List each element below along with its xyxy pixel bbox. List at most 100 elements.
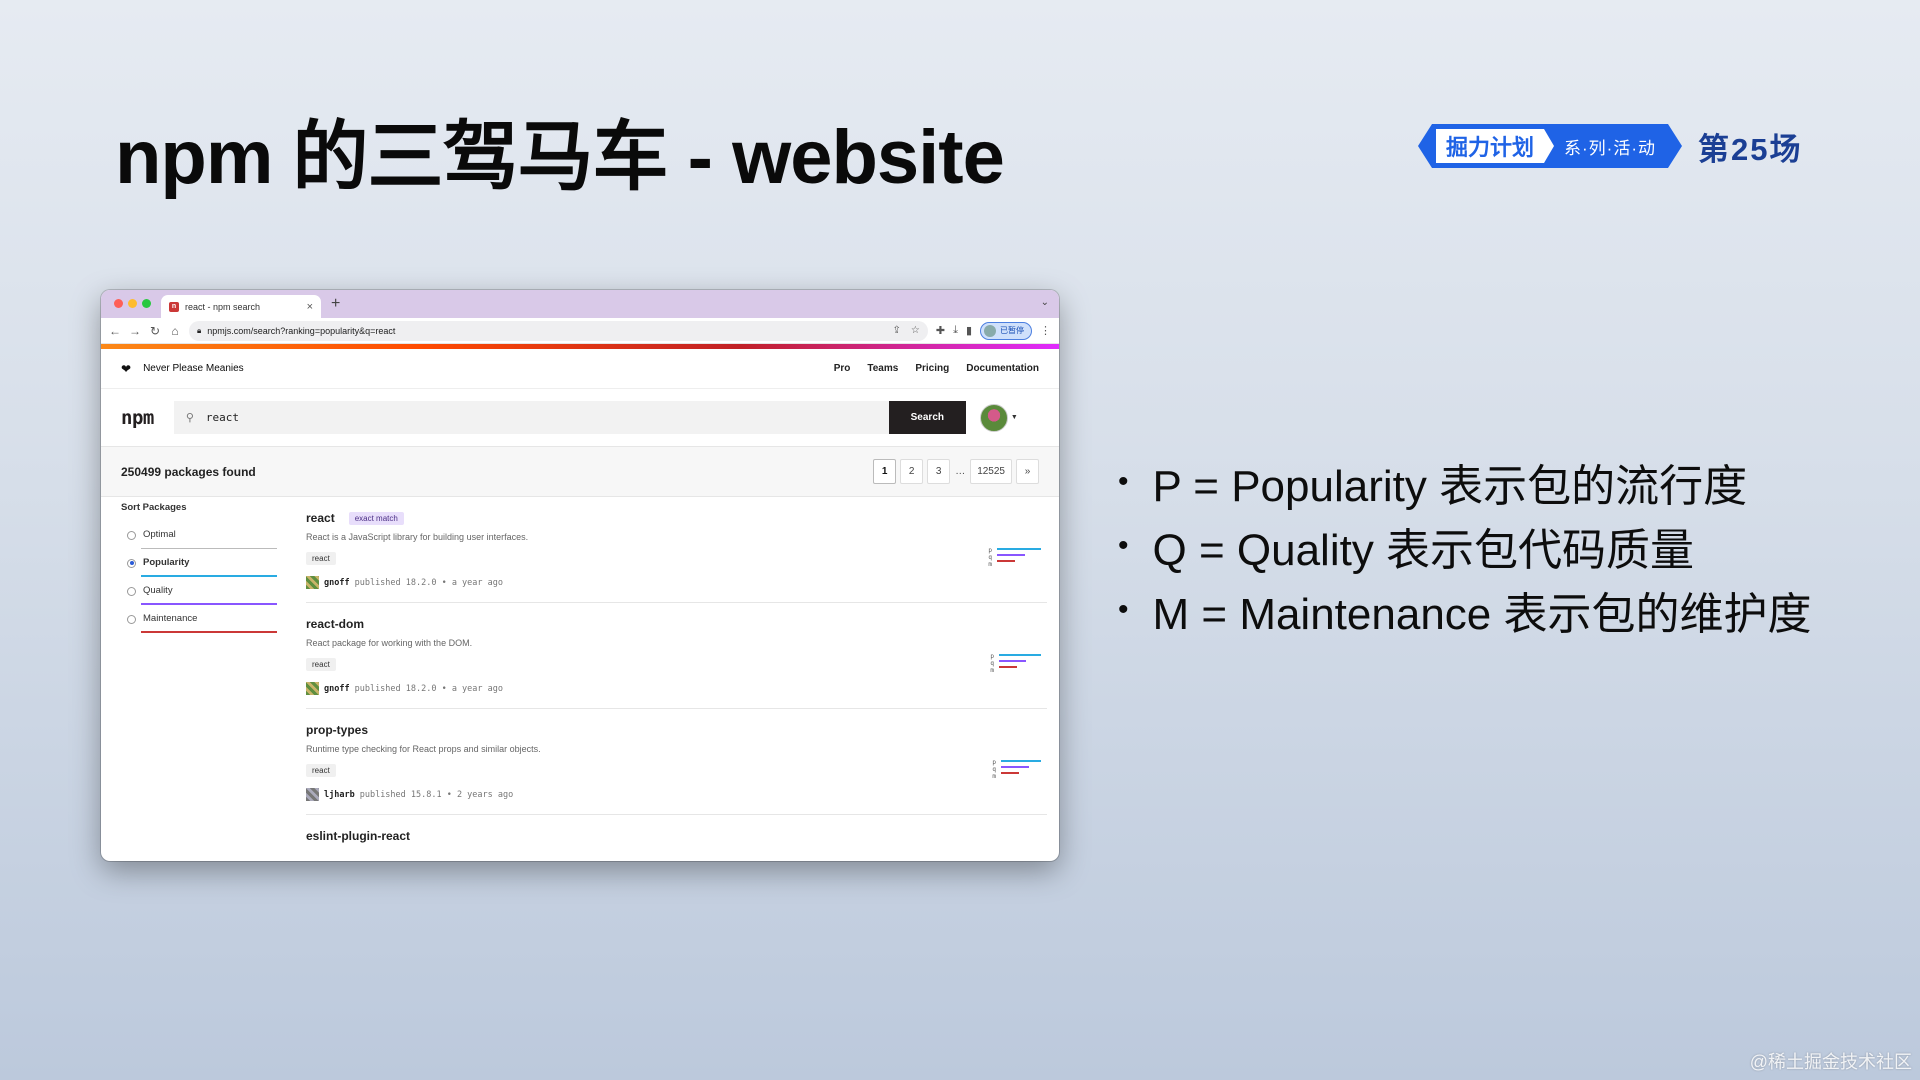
package-keyword[interactable]: react [306, 658, 336, 671]
page-1-button[interactable]: 1 [873, 459, 897, 484]
publisher-info: gnoff published 18.2.0 • a year ago [306, 682, 1047, 695]
npm-favicon-icon: n [169, 301, 179, 312]
npm-search-row: npm ⚲ react Search ▼ [101, 389, 1059, 447]
npm-nav-links: Pro Teams Pricing Documentation [834, 363, 1039, 374]
package-keyword[interactable]: react [306, 552, 336, 565]
package-name[interactable]: react [306, 511, 335, 525]
sort-title: Sort Packages [121, 502, 187, 513]
close-window-icon[interactable] [114, 299, 123, 308]
browser-toolbar: ← → ↻ ⌂ 🔒︎ npmjs.com/search?ranking=popu… [101, 318, 1059, 344]
sort-label-quality: Quality [141, 577, 277, 605]
share-icon[interactable]: ⇪ [892, 325, 900, 336]
page-last-button[interactable]: 12525 [970, 459, 1012, 484]
publisher-avatar[interactable] [306, 682, 319, 695]
home-icon[interactable]: ⌂ [169, 324, 181, 338]
extensions-icon[interactable]: ✚ [936, 324, 945, 337]
sort-option-popularity[interactable]: Popularity [121, 549, 277, 577]
browser-menu-icon[interactable]: ⋮ [1040, 324, 1051, 337]
package-description: React is a JavaScript library for buildi… [306, 532, 529, 542]
bullet-list: • P = Popularity 表示包的流行度 • Q = Quality 表示包… [1118, 450, 1811, 642]
address-bar[interactable]: 🔒︎ npmjs.com/search?ranking=popularity&q… [189, 320, 928, 341]
score-letter-m: m [988, 561, 992, 568]
user-menu[interactable]: ▼ [979, 403, 1018, 432]
search-icon: ⚲ [185, 411, 194, 424]
download-icon[interactable]: ⤓ [953, 324, 958, 337]
popularity-bar [997, 548, 1041, 550]
package-description: React package for working with the DOM. [306, 638, 473, 648]
sort-option-quality[interactable]: Quality [121, 577, 277, 605]
pagination: 1 2 3 … 12525 » [873, 459, 1039, 484]
radio-quality[interactable] [127, 586, 136, 596]
page-2-button[interactable]: 2 [900, 459, 924, 484]
quality-bar [997, 554, 1025, 556]
maximize-window-icon[interactable] [142, 299, 151, 308]
publisher-name[interactable]: ljharb [324, 790, 355, 800]
event-badge: 掘力计划 系·列·活·动 第25场 [1418, 124, 1802, 168]
bullet-item: • M = Maintenance 表示包的维护度 [1118, 578, 1811, 642]
bookmark-star-icon[interactable]: ☆ [911, 325, 920, 336]
package-keyword[interactable]: react [306, 764, 336, 777]
score-bars: pqm [990, 653, 1041, 674]
sidepanel-icon[interactable]: ▮ [966, 324, 972, 337]
new-tab-icon[interactable]: + [331, 295, 340, 313]
package-name[interactable]: react-dom [306, 617, 364, 631]
browser-window: n react - npm search × + ⌄ ← → ↻ ⌂ 🔒︎ np… [101, 290, 1059, 861]
browser-tab-bar: n react - npm search × + ⌄ [101, 290, 1059, 318]
tab-close-icon[interactable]: × [307, 301, 313, 313]
publisher-name[interactable]: gnoff [324, 578, 350, 588]
forward-icon[interactable]: → [129, 324, 141, 338]
event-badge-main: 掘力计划 [1436, 129, 1554, 163]
bullet-item: • Q = Quality 表示包代码质量 [1118, 514, 1811, 578]
back-icon[interactable]: ← [109, 324, 121, 338]
publish-info: published 18.2.0 • a year ago [354, 683, 503, 694]
score-letter-q: q [990, 660, 994, 667]
nav-link-teams[interactable]: Teams [867, 363, 898, 374]
bullet-text: M = Maintenance 表示包的维护度 [1152, 590, 1812, 639]
watermark: @稀土掘金技术社区 [1749, 1052, 1912, 1072]
sort-option-optimal[interactable]: Optimal [121, 521, 277, 549]
radio-maintenance[interactable] [127, 614, 136, 624]
sort-option-maintenance[interactable]: Maintenance [121, 605, 277, 633]
browser-tab[interactable]: n react - npm search × [161, 295, 321, 318]
package-name[interactable]: eslint-plugin-react [306, 829, 410, 843]
profile-avatar [984, 324, 996, 337]
profile-status-label: 已暂停 [1000, 326, 1024, 335]
next-page-button[interactable]: » [1016, 459, 1039, 484]
package-name[interactable]: prop-types [306, 723, 368, 737]
maintenance-bar [997, 560, 1015, 562]
nav-link-documentation[interactable]: Documentation [966, 363, 1039, 374]
publisher-name[interactable]: gnoff [324, 684, 350, 694]
bullet-text: Q = Quality 表示包代码质量 [1152, 526, 1695, 575]
package-item: react exact match React is a JavaScript … [306, 497, 1047, 603]
minimize-window-icon[interactable] [128, 299, 137, 308]
publisher-avatar[interactable] [306, 576, 319, 589]
search-button[interactable]: Search [888, 401, 966, 434]
search-input[interactable]: ⚲ react [173, 401, 889, 434]
publisher-info: gnoff published 18.2.0 • a year ago [306, 576, 1047, 589]
tab-list-chevron-icon[interactable]: ⌄ [1041, 297, 1049, 308]
pagination-ellipsis: … [955, 466, 966, 477]
score-letter-q: q [988, 554, 992, 561]
address-bar-url: npmjs.com/search?ranking=popularity&q=re… [207, 325, 396, 336]
radio-optimal[interactable] [127, 530, 136, 540]
reload-icon[interactable]: ↻ [149, 324, 161, 338]
event-badge-pill: 掘力计划 系·列·活·动 [1418, 124, 1682, 168]
npm-logo[interactable]: npm [121, 407, 154, 429]
search-input-value: react [205, 411, 240, 424]
maintenance-bar [999, 666, 1017, 668]
page-3-button[interactable]: 3 [927, 459, 951, 484]
radio-popularity[interactable] [127, 558, 136, 568]
profile-button[interactable]: 已暂停 [980, 321, 1032, 340]
npm-tagline[interactable]: Never Please Meanies [143, 363, 244, 374]
score-letter-m: m [992, 773, 996, 780]
lock-icon: 🔒︎ [197, 325, 202, 335]
package-list: react exact match React is a JavaScript … [277, 497, 1047, 855]
publisher-avatar[interactable] [306, 788, 319, 801]
nav-link-pro[interactable]: Pro [834, 363, 851, 374]
popularity-bar [999, 654, 1041, 656]
browser-tab-title: react - npm search [185, 301, 261, 312]
nav-link-pricing[interactable]: Pricing [915, 363, 949, 374]
score-bars: pqm [988, 547, 1041, 568]
bullet-text: P = Popularity 表示包的流行度 [1152, 462, 1748, 511]
popularity-bar [1001, 760, 1041, 762]
